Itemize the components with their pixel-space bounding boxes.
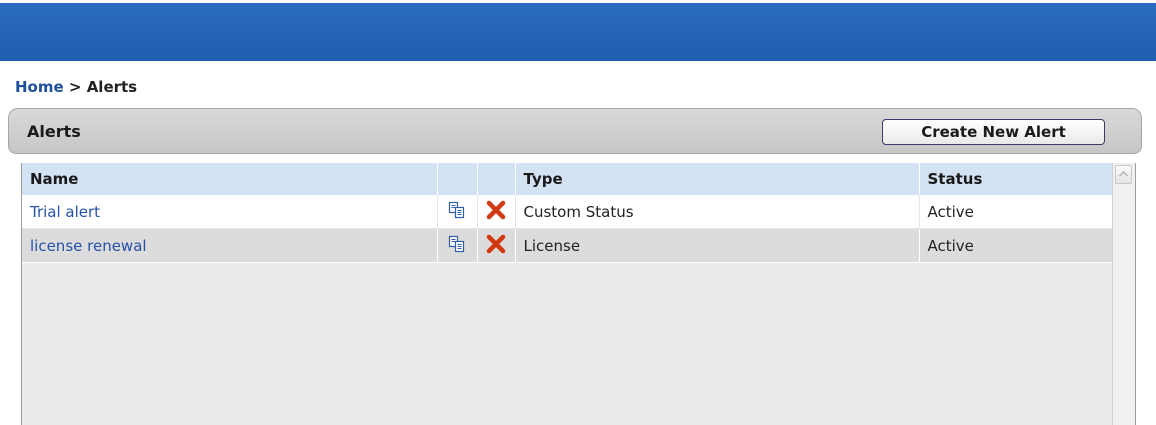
copy-cell <box>437 228 478 263</box>
table-row: Trial alert Custom Status Active <box>22 195 1113 229</box>
alert-type-cell: Custom Status <box>515 195 920 229</box>
create-new-alert-button[interactable]: Create New Alert <box>882 119 1105 145</box>
alert-name-cell: Trial alert <box>22 195 438 229</box>
delete-cell <box>477 195 516 229</box>
column-header-status[interactable]: Status <box>919 163 1113 195</box>
alert-status-cell: Active <box>919 195 1113 229</box>
alert-type-cell: License <box>515 228 920 263</box>
alerts-panel-header: Alerts Create New Alert <box>8 108 1142 154</box>
delete-icon[interactable] <box>485 233 507 259</box>
breadcrumb-separator: > <box>63 78 87 96</box>
column-header-name[interactable]: Name <box>22 163 438 195</box>
column-header-delete <box>477 163 516 195</box>
alert-name-link[interactable]: license renewal <box>30 237 147 255</box>
breadcrumb: Home > Alerts <box>15 78 137 96</box>
panel-title: Alerts <box>27 122 81 141</box>
alert-status-cell: Active <box>919 228 1113 263</box>
breadcrumb-home-link[interactable]: Home <box>15 78 64 96</box>
breadcrumb-current: Alerts <box>86 78 138 96</box>
column-header-type[interactable]: Type <box>515 163 920 195</box>
column-header-copy <box>437 163 478 195</box>
table-header-row: Name Type Status <box>22 163 1113 195</box>
alerts-grid: Name Type Status Trial alert Custom Stat… <box>21 163 1136 425</box>
alert-name-link[interactable]: Trial alert <box>30 203 100 221</box>
table-row: license renewal License Active <box>22 228 1113 263</box>
copy-icon[interactable] <box>448 201 466 223</box>
alert-name-cell: license renewal <box>22 228 438 263</box>
vertical-scrollbar[interactable] <box>1112 163 1135 425</box>
top-banner <box>0 3 1156 61</box>
scroll-up-button[interactable] <box>1115 165 1132 184</box>
delete-cell <box>477 228 516 263</box>
copy-cell <box>437 195 478 229</box>
alerts-table: Name Type Status Trial alert Custom Stat… <box>22 163 1113 263</box>
copy-icon[interactable] <box>448 235 466 257</box>
delete-icon[interactable] <box>485 199 507 225</box>
chevron-up-icon <box>1118 170 1129 177</box>
